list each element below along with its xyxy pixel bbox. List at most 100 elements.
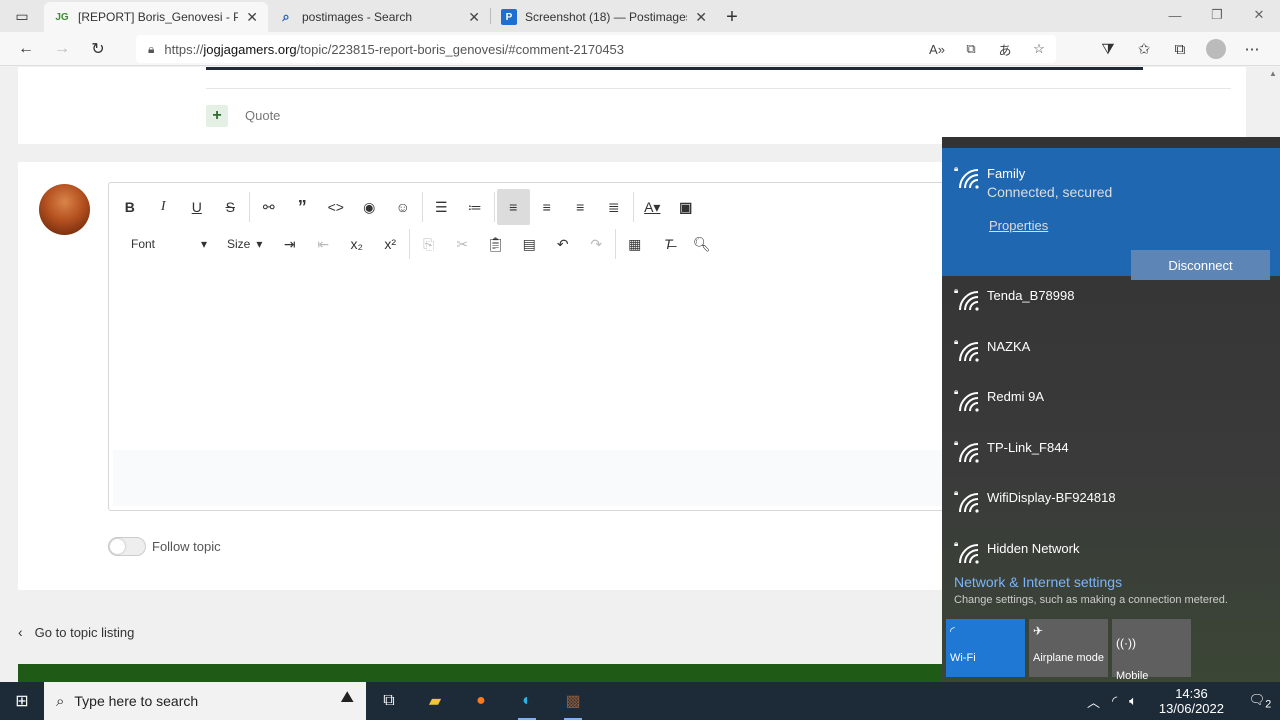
close-tab-icon[interactable]: ✕ (695, 9, 707, 26)
wifi-quick-action[interactable]: ◜ Wi-Fi (946, 619, 1025, 677)
undo-icon[interactable]: ↶ (546, 226, 580, 262)
windows-start-icon[interactable]: ⊞ (0, 682, 44, 720)
browser-tab-strip: ▭ JG [REPORT] Boris_Genovesi - Playe ✕ ⌕… (0, 0, 1280, 32)
extensions-icon[interactable]: ⧩ (1090, 34, 1126, 64)
bold-icon[interactable]: B (113, 189, 147, 225)
bulleted-list-icon[interactable]: ☰ (425, 189, 459, 225)
edge-icon[interactable]: ◐ (504, 682, 550, 720)
lock-icon[interactable]: 🔒︎ (148, 42, 154, 57)
notification-center-icon[interactable]: 🗨︎2 (1240, 692, 1280, 711)
new-tab-icon[interactable]: + (717, 2, 747, 32)
quote-button[interactable]: Quote (245, 108, 280, 123)
address-bar[interactable]: 🔒︎ https://jogjagamers.org/topic/223815-… (136, 35, 1056, 63)
clock[interactable]: 14:36 13/06/2022 (1143, 686, 1240, 716)
volume-icon[interactable]: 🔈︎ (1123, 693, 1143, 709)
align-right-icon[interactable]: ≡ (564, 189, 598, 225)
toolbar-divider (249, 192, 250, 222)
connected-network[interactable]: 🔒︎ Family Connected, secured Properties … (942, 148, 1280, 280)
editor-toolbar-row-1: B I U S ⚯ ” <> ◉ ☺ ☰ ≔ ≡ ≡ ≡ ≣ A▾ ▣ (109, 188, 703, 226)
refresh-icon[interactable]: ↻ (80, 34, 116, 64)
network-tray-icon[interactable]: ◜ (1106, 693, 1123, 709)
strikethrough-icon[interactable]: S (214, 189, 248, 225)
redo-icon[interactable]: ↷ (580, 226, 614, 262)
quote-icon[interactable]: ” (286, 189, 320, 225)
network-item[interactable]: 🔒︎ Hidden Network (942, 529, 1280, 579)
go-to-topic-listing-link[interactable]: ‹ Go to topic listing (18, 624, 134, 640)
align-center-icon[interactable]: ≡ (530, 189, 564, 225)
scroll-up-icon[interactable]: ▲ (1269, 69, 1277, 78)
windows-taskbar: ⊞ ⌕ Type here to search ⛰ ⧉ ▰ ● ◐ ▩ ︿ ◜ … (0, 682, 1280, 720)
file-explorer-icon[interactable]: ▰ (412, 682, 458, 720)
tab-postimages-search[interactable]: ⌕ postimages - Search ✕ (268, 2, 490, 32)
background-color-icon[interactable]: ▣ (669, 189, 703, 225)
properties-link[interactable]: Properties (989, 218, 1048, 233)
user-avatar[interactable] (39, 184, 90, 235)
translate-icon[interactable]: あ (988, 40, 1022, 59)
add-favorite-icon[interactable]: ☆ (1022, 41, 1056, 57)
network-item[interactable]: 🔒︎ Tenda_B78998 (942, 276, 1280, 326)
network-item[interactable]: 🔒︎ Redmi 9A (942, 377, 1280, 427)
mobile-hotspot-quick-action[interactable]: ((·)) Mobile hotspot (1112, 619, 1191, 694)
favorites-icon[interactable]: ✩ (1126, 34, 1162, 64)
browser-toolbar: ← → ↻ 🔒︎ https://jogjagamers.org/topic/2… (0, 32, 1280, 66)
show-hidden-icons-icon[interactable]: ︿ (1081, 692, 1106, 711)
network-item[interactable]: 🔒︎ TP-Link_F844 (942, 428, 1280, 478)
network-item[interactable]: 🔒︎ NAZKA (942, 327, 1280, 377)
embedded-image-bottom (206, 67, 1143, 70)
search-icon: ⌕ (282, 9, 290, 24)
size-dropdown[interactable]: Size ▾ (219, 226, 273, 262)
italic-icon[interactable]: I (147, 189, 181, 225)
emoji-icon[interactable]: ☺ (386, 189, 420, 225)
table-icon[interactable]: ▦ (618, 226, 652, 262)
close-tab-icon[interactable]: ✕ (246, 9, 258, 26)
taskbar-search-box[interactable]: ⌕ Type here to search ⛰ (44, 682, 366, 720)
justify-icon[interactable]: ≣ (597, 189, 631, 225)
firefox-icon[interactable]: ● (458, 682, 504, 720)
reply-editor[interactable]: B I U S ⚯ ” <> ◉ ☺ ☰ ≔ ≡ ≡ ≡ ≣ A▾ ▣ Font… (108, 182, 1008, 511)
font-dropdown[interactable]: Font ▾ (123, 226, 215, 262)
network-settings-link[interactable]: Network & Internet settings (954, 574, 1122, 590)
url-text[interactable]: https://jogjagamers.org/topic/223815-rep… (164, 42, 624, 57)
outdent-icon[interactable]: ⇤ (307, 226, 341, 262)
indent-icon[interactable]: ⇥ (273, 226, 307, 262)
toggle-switch[interactable] (108, 537, 146, 556)
close-window-icon[interactable]: ✕ (1238, 0, 1280, 30)
superscript-icon[interactable]: x² (374, 226, 408, 262)
code-icon[interactable]: <> (319, 189, 353, 225)
game-app-icon[interactable]: ▩ (550, 682, 596, 720)
paste-icon[interactable]: 📋︎ (479, 226, 513, 262)
tab-actions-icon[interactable]: ▭ (0, 0, 44, 32)
airplane-mode-quick-action[interactable]: ✈ Airplane mode (1029, 619, 1108, 677)
task-view-icon[interactable]: ⧉ (366, 682, 412, 720)
link-icon[interactable]: ⚯ (252, 189, 286, 225)
app-available-icon[interactable]: ⧉ (954, 41, 988, 57)
forward-icon[interactable]: → (44, 34, 80, 64)
tab-report[interactable]: JG [REPORT] Boris_Genovesi - Playe ✕ (44, 2, 268, 32)
tab-postimages-screenshot[interactable]: P Screenshot (18) — Postimages ✕ (491, 2, 717, 32)
editor-attachments-area[interactable] (113, 450, 1003, 506)
close-tab-icon[interactable]: ✕ (468, 9, 480, 26)
restore-icon[interactable]: ❐ (1196, 0, 1238, 30)
minimize-icon[interactable]: — (1154, 0, 1196, 30)
text-color-icon[interactable]: A▾ (636, 189, 670, 225)
multiquote-plus-icon[interactable]: + (206, 105, 228, 127)
spoiler-eye-icon[interactable]: ◉ (353, 189, 387, 225)
network-item[interactable]: 🔒︎ WifiDisplay-BF924818 (942, 478, 1280, 528)
settings-menu-icon[interactable]: ⋯ (1234, 34, 1270, 64)
align-left-icon[interactable]: ≡ (496, 189, 530, 225)
read-aloud-icon[interactable]: A» (920, 42, 954, 57)
search-highlight-icon[interactable]: ⛰ (341, 689, 354, 707)
underline-icon[interactable]: U (180, 189, 214, 225)
cut-icon[interactable]: ✂ (446, 226, 480, 262)
profile-avatar[interactable] (1198, 34, 1234, 64)
subscript-icon[interactable]: x₂ (340, 226, 374, 262)
numbered-list-icon[interactable]: ≔ (458, 189, 492, 225)
preview-icon[interactable]: 🔍︎ (685, 226, 719, 262)
collections-icon[interactable]: ⧉ (1162, 34, 1198, 64)
paste-text-icon[interactable]: ▤ (513, 226, 547, 262)
follow-topic-toggle[interactable]: Follow topic (108, 537, 221, 556)
back-icon[interactable]: ← (8, 34, 44, 64)
remove-format-icon[interactable]: T̶ (652, 226, 686, 262)
copy-icon[interactable]: ⎘ (412, 226, 446, 262)
size-dropdown-label: Size (227, 237, 251, 251)
